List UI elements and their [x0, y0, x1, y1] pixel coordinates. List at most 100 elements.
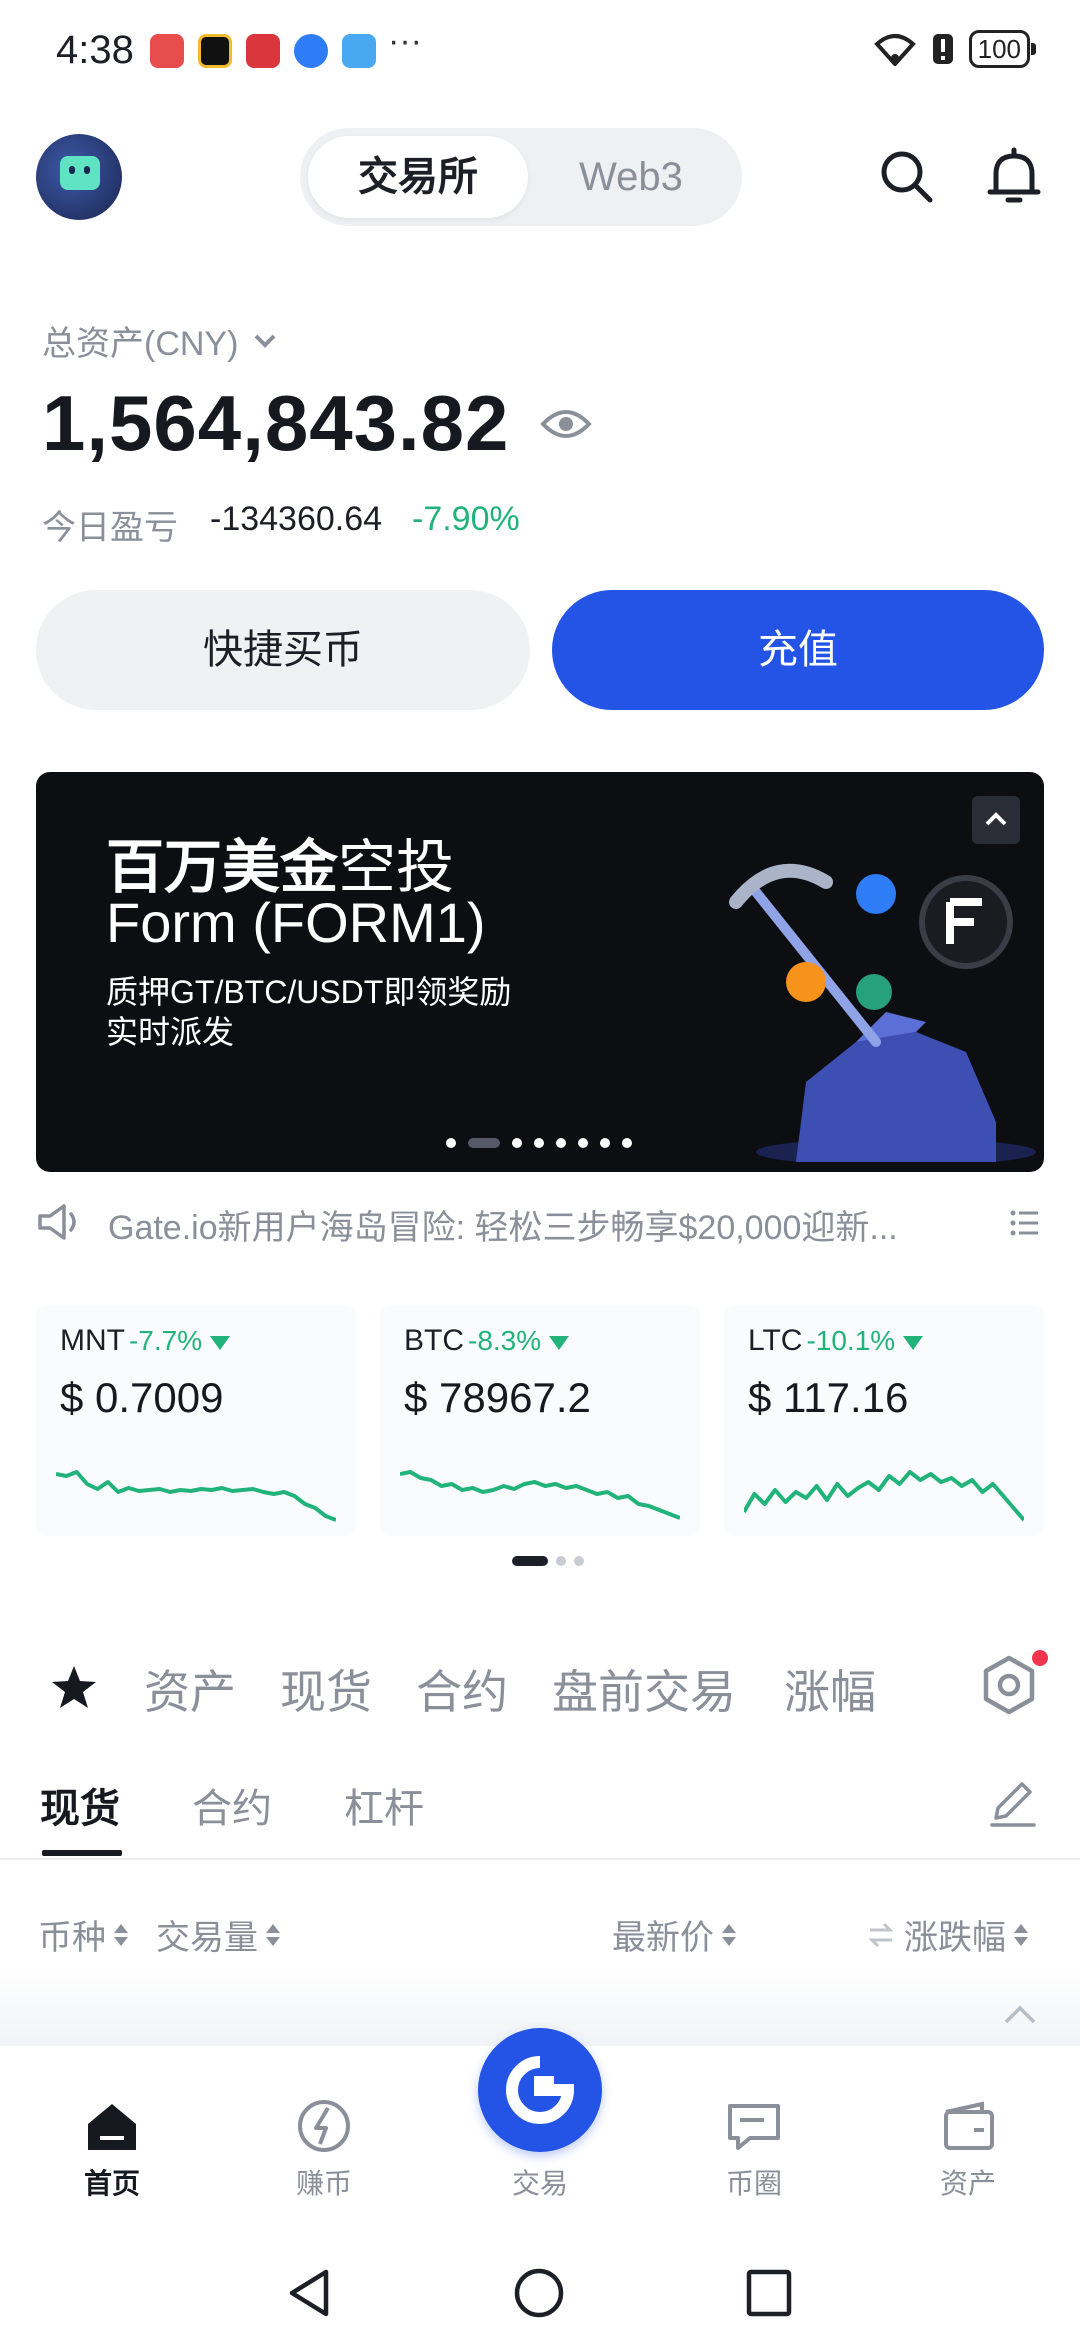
total-assets-label[interactable]: 总资产(CNY)	[42, 316, 278, 365]
bell-icon[interactable]	[984, 146, 1044, 206]
ticker-card-ltc[interactable]: LTC -10.1% $ 117.16	[724, 1306, 1044, 1536]
ticker-sparkline	[744, 1470, 1024, 1522]
nav-assets-label: 资产	[939, 2168, 996, 2199]
status-right: 100	[873, 30, 1037, 68]
earn-icon	[298, 2100, 350, 2152]
nav-assets[interactable]: 资产	[888, 2096, 1048, 2202]
ticker-pager	[512, 1556, 584, 1566]
eye-icon[interactable]	[540, 404, 592, 444]
wifi-icon	[873, 34, 916, 66]
segment-web3[interactable]: Web3	[528, 128, 734, 226]
column-volume[interactable]: 交易量	[156, 1910, 280, 1959]
binance-app-icon	[198, 34, 232, 68]
nav-community-label: 币圈	[725, 2168, 782, 2199]
ticker-head: MNT -7.7%	[60, 1324, 231, 1358]
down-triangle-icon	[903, 1336, 924, 1350]
favorites-star-icon[interactable]	[50, 1664, 98, 1710]
active-tab-indicator	[42, 1850, 122, 1856]
quick-buy-button[interactable]: 快捷买币	[36, 590, 530, 710]
column-change[interactable]: 涨跌幅	[866, 1910, 1028, 1959]
airdrop-pickaxe-illustration	[729, 863, 1036, 1162]
ticker-symbol: MNT	[60, 1324, 125, 1357]
ticker-price: $ 78967.2	[404, 1374, 591, 1421]
nav-home-label: 首页	[83, 2168, 140, 2199]
banner-subtitle: Form (FORM1)	[106, 891, 486, 954]
search-icon[interactable]	[876, 146, 936, 206]
avatar[interactable]	[36, 134, 122, 220]
back-icon[interactable]	[284, 2266, 334, 2320]
status-time: 4:38	[56, 28, 134, 72]
ticker-head: LTC -10.1%	[748, 1324, 924, 1358]
chevron-down-icon	[255, 334, 276, 348]
today-pnl-value: -134360.64	[210, 500, 383, 538]
gate-app-icon	[294, 34, 328, 68]
ticker-change: -7.7%	[128, 1325, 203, 1356]
tab-assets[interactable]: 资产	[144, 1656, 236, 1722]
speaker-icon	[38, 1204, 76, 1240]
ticker-symbol: LTC	[748, 1324, 803, 1357]
column-change-label: 涨跌幅	[904, 1919, 1006, 1957]
wallet-icon	[944, 2101, 994, 2150]
nav-trade-label: 交易	[511, 2168, 568, 2199]
banner-pager	[446, 1138, 632, 1148]
tab-futures[interactable]: 合约	[416, 1656, 508, 1722]
down-triangle-icon	[549, 1336, 570, 1350]
tab-spot[interactable]: 现货	[280, 1656, 372, 1722]
chat-icon	[728, 2104, 780, 2150]
ticker-card-mnt[interactable]: MNT -7.7% $ 0.7009	[36, 1306, 356, 1536]
column-volume-label: 交易量	[156, 1919, 258, 1957]
swap-icon[interactable]	[866, 1922, 896, 1948]
sort-icon	[722, 1922, 736, 1948]
edit-pencil-icon[interactable]	[988, 1778, 1038, 1828]
sort-icon	[114, 1922, 128, 1948]
bottom-nav: 首页 赚币 交易 币圈 资产	[0, 2028, 1080, 2246]
notes-app-icon	[150, 34, 184, 68]
down-triangle-icon	[210, 1336, 231, 1350]
today-pnl-percent: -7.90%	[412, 500, 520, 538]
chevron-up-icon[interactable]	[1000, 2000, 1040, 2030]
tab-gainers[interactable]: 涨幅	[784, 1656, 876, 1722]
notification-badge	[1032, 1650, 1048, 1666]
ticker-sparkline	[400, 1470, 680, 1520]
nav-home[interactable]: 首页	[32, 2096, 192, 2202]
huawei-app-icon	[246, 34, 280, 68]
status-more-icon: ···	[388, 22, 422, 60]
chevron-up-icon	[985, 812, 1007, 826]
home-circle-icon[interactable]	[512, 2266, 566, 2320]
column-coin[interactable]: 币种	[38, 1910, 128, 1959]
column-last-price-label: 最新价	[612, 1919, 714, 1957]
exchange-web3-toggle[interactable]: 交易所 Web3	[300, 128, 742, 226]
ticker-change: -10.1%	[806, 1325, 896, 1356]
segment-exchange[interactable]: 交易所	[308, 128, 528, 226]
announcement-text[interactable]: Gate.io新用户海岛冒险: 轻松三步畅享$20,000迎新...	[108, 1200, 968, 1249]
deposit-button[interactable]: 充值	[552, 590, 1044, 710]
recents-square-icon[interactable]	[744, 2266, 794, 2320]
nav-community[interactable]: 币圈	[674, 2096, 834, 2202]
ticker-symbol: BTC	[404, 1324, 464, 1357]
subtab-futures[interactable]: 合约	[192, 1776, 272, 1834]
column-last-price[interactable]: 最新价	[612, 1910, 736, 1959]
subtab-spot[interactable]: 现货	[40, 1776, 120, 1834]
trade-button[interactable]	[478, 2028, 602, 2152]
nav-earn[interactable]: 赚币	[244, 2096, 404, 2202]
total-assets-label-text: 总资产(CNY)	[42, 325, 239, 363]
tab-pre-market[interactable]: 盘前交易	[552, 1656, 736, 1722]
sort-icon	[266, 1922, 280, 1948]
system-nav-bar	[0, 2246, 1080, 2340]
status-bar: 4:38 ··· 100	[0, 0, 1080, 100]
list-icon[interactable]	[1010, 1208, 1040, 1238]
banner-description: 质押GT/BTC/USDT即领奖励实时派发	[106, 974, 512, 1050]
sort-icon	[1014, 1922, 1028, 1948]
ticker-card-btc[interactable]: BTC -8.3% $ 78967.2	[380, 1306, 700, 1536]
banner-collapse-button[interactable]	[972, 796, 1020, 844]
ticker-head: BTC -8.3%	[404, 1324, 570, 1358]
home-icon	[88, 2104, 136, 2150]
promo-banner[interactable]: 百万美金空投 Form (FORM1) 质押GT/BTC/USDT即领奖励实时派…	[36, 772, 1044, 1172]
today-pnl-label: 今日盈亏	[42, 509, 178, 547]
gate-logo-icon	[506, 2056, 575, 2124]
settings-hex-icon[interactable]	[978, 1654, 1040, 1716]
ticker-price: $ 0.7009	[60, 1374, 224, 1421]
subtab-margin[interactable]: 杠杆	[344, 1776, 424, 1834]
weather-app-icon	[342, 34, 376, 68]
nav-earn-label: 赚币	[295, 2168, 352, 2199]
